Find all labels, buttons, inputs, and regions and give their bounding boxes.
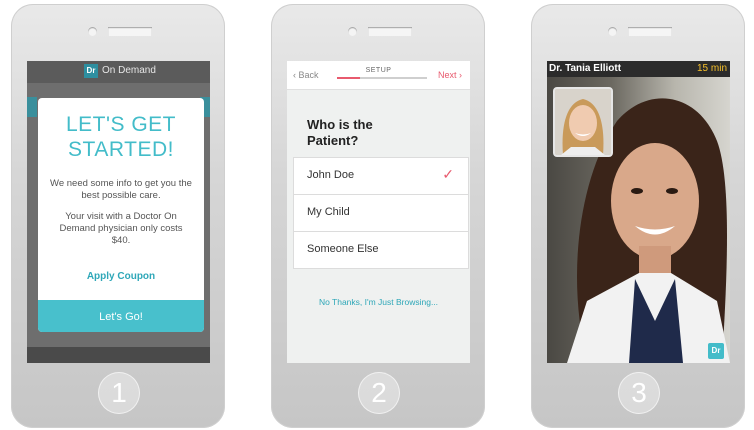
call-header: Dr. Tania Elliott 15 min: [547, 61, 730, 77]
phone-frame-1: Dr On Demand LET'S GET STARTED! We need …: [11, 4, 225, 428]
progress-fill: [337, 77, 360, 79]
patient-option-my-child[interactable]: My Child: [293, 194, 469, 232]
setup-progress-bar: [337, 77, 427, 79]
chevron-right-icon: ›: [459, 70, 462, 80]
option-label: John Doe: [307, 169, 355, 181]
app-logo: Dr: [84, 64, 98, 78]
lets-go-button[interactable]: Let's Go!: [38, 300, 204, 332]
camera-dot: [88, 27, 97, 36]
background-card-edge: [27, 97, 37, 117]
modal-heading: LET'S GET STARTED!: [38, 112, 204, 162]
option-label: My Child: [307, 206, 350, 218]
modal-heading-line: STARTED!: [68, 138, 174, 161]
camera-dot: [608, 27, 617, 36]
app-header: Dr On Demand: [27, 61, 210, 83]
modal-heading-line: LET'S GET: [65, 113, 177, 136]
phone-frame-3: Dr. Tania Elliott 15 min Dr 3: [531, 4, 745, 428]
patient-question: Who is the Patient?: [307, 117, 373, 148]
phone-frame-2: ‹ Back SETUP Next › Who is the Patient? …: [271, 4, 485, 428]
camera-dot: [348, 27, 357, 36]
setup-nav-bar: ‹ Back SETUP Next ›: [287, 61, 470, 90]
step-number: 3: [618, 372, 660, 414]
next-button[interactable]: Next ›: [438, 70, 462, 80]
screen-welcome: Dr On Demand LET'S GET STARTED! We need …: [27, 61, 210, 363]
modal-price-text: Your visit with a Doctor On Demand physi…: [59, 211, 183, 246]
call-timer: 15 min: [696, 63, 727, 74]
check-icon: ✓: [442, 166, 454, 182]
modal-info-text: We need some info to get you the best po…: [50, 178, 192, 201]
self-view-thumbnail[interactable]: [553, 87, 613, 157]
patient-video-feed: [555, 89, 611, 155]
step-number: 1: [98, 372, 140, 414]
welcome-modal: LET'S GET STARTED! We need some info to …: [38, 98, 204, 332]
next-label: Next: [437, 70, 457, 80]
just-browsing-link[interactable]: No Thanks, I'm Just Browsing...: [287, 297, 470, 307]
option-label: Someone Else: [307, 243, 379, 255]
screen-video-call: Dr. Tania Elliott 15 min Dr: [547, 61, 730, 363]
speaker-grill: [368, 27, 412, 36]
speaker-grill: [108, 27, 152, 36]
background-tab-bar: [27, 347, 210, 363]
patient-option-someone-else[interactable]: Someone Else: [293, 231, 469, 269]
speaker-grill: [628, 27, 672, 36]
app-logo-badge: Dr: [708, 343, 724, 359]
apply-coupon-link[interactable]: Apply Coupon: [38, 271, 204, 282]
step-number: 2: [358, 372, 400, 414]
screen-setup: ‹ Back SETUP Next › Who is the Patient? …: [287, 61, 470, 363]
patient-option-john-doe[interactable]: John Doe ✓: [293, 157, 469, 195]
app-title: On Demand: [102, 65, 156, 76]
doctor-name: Dr. Tania Elliott: [549, 63, 622, 74]
